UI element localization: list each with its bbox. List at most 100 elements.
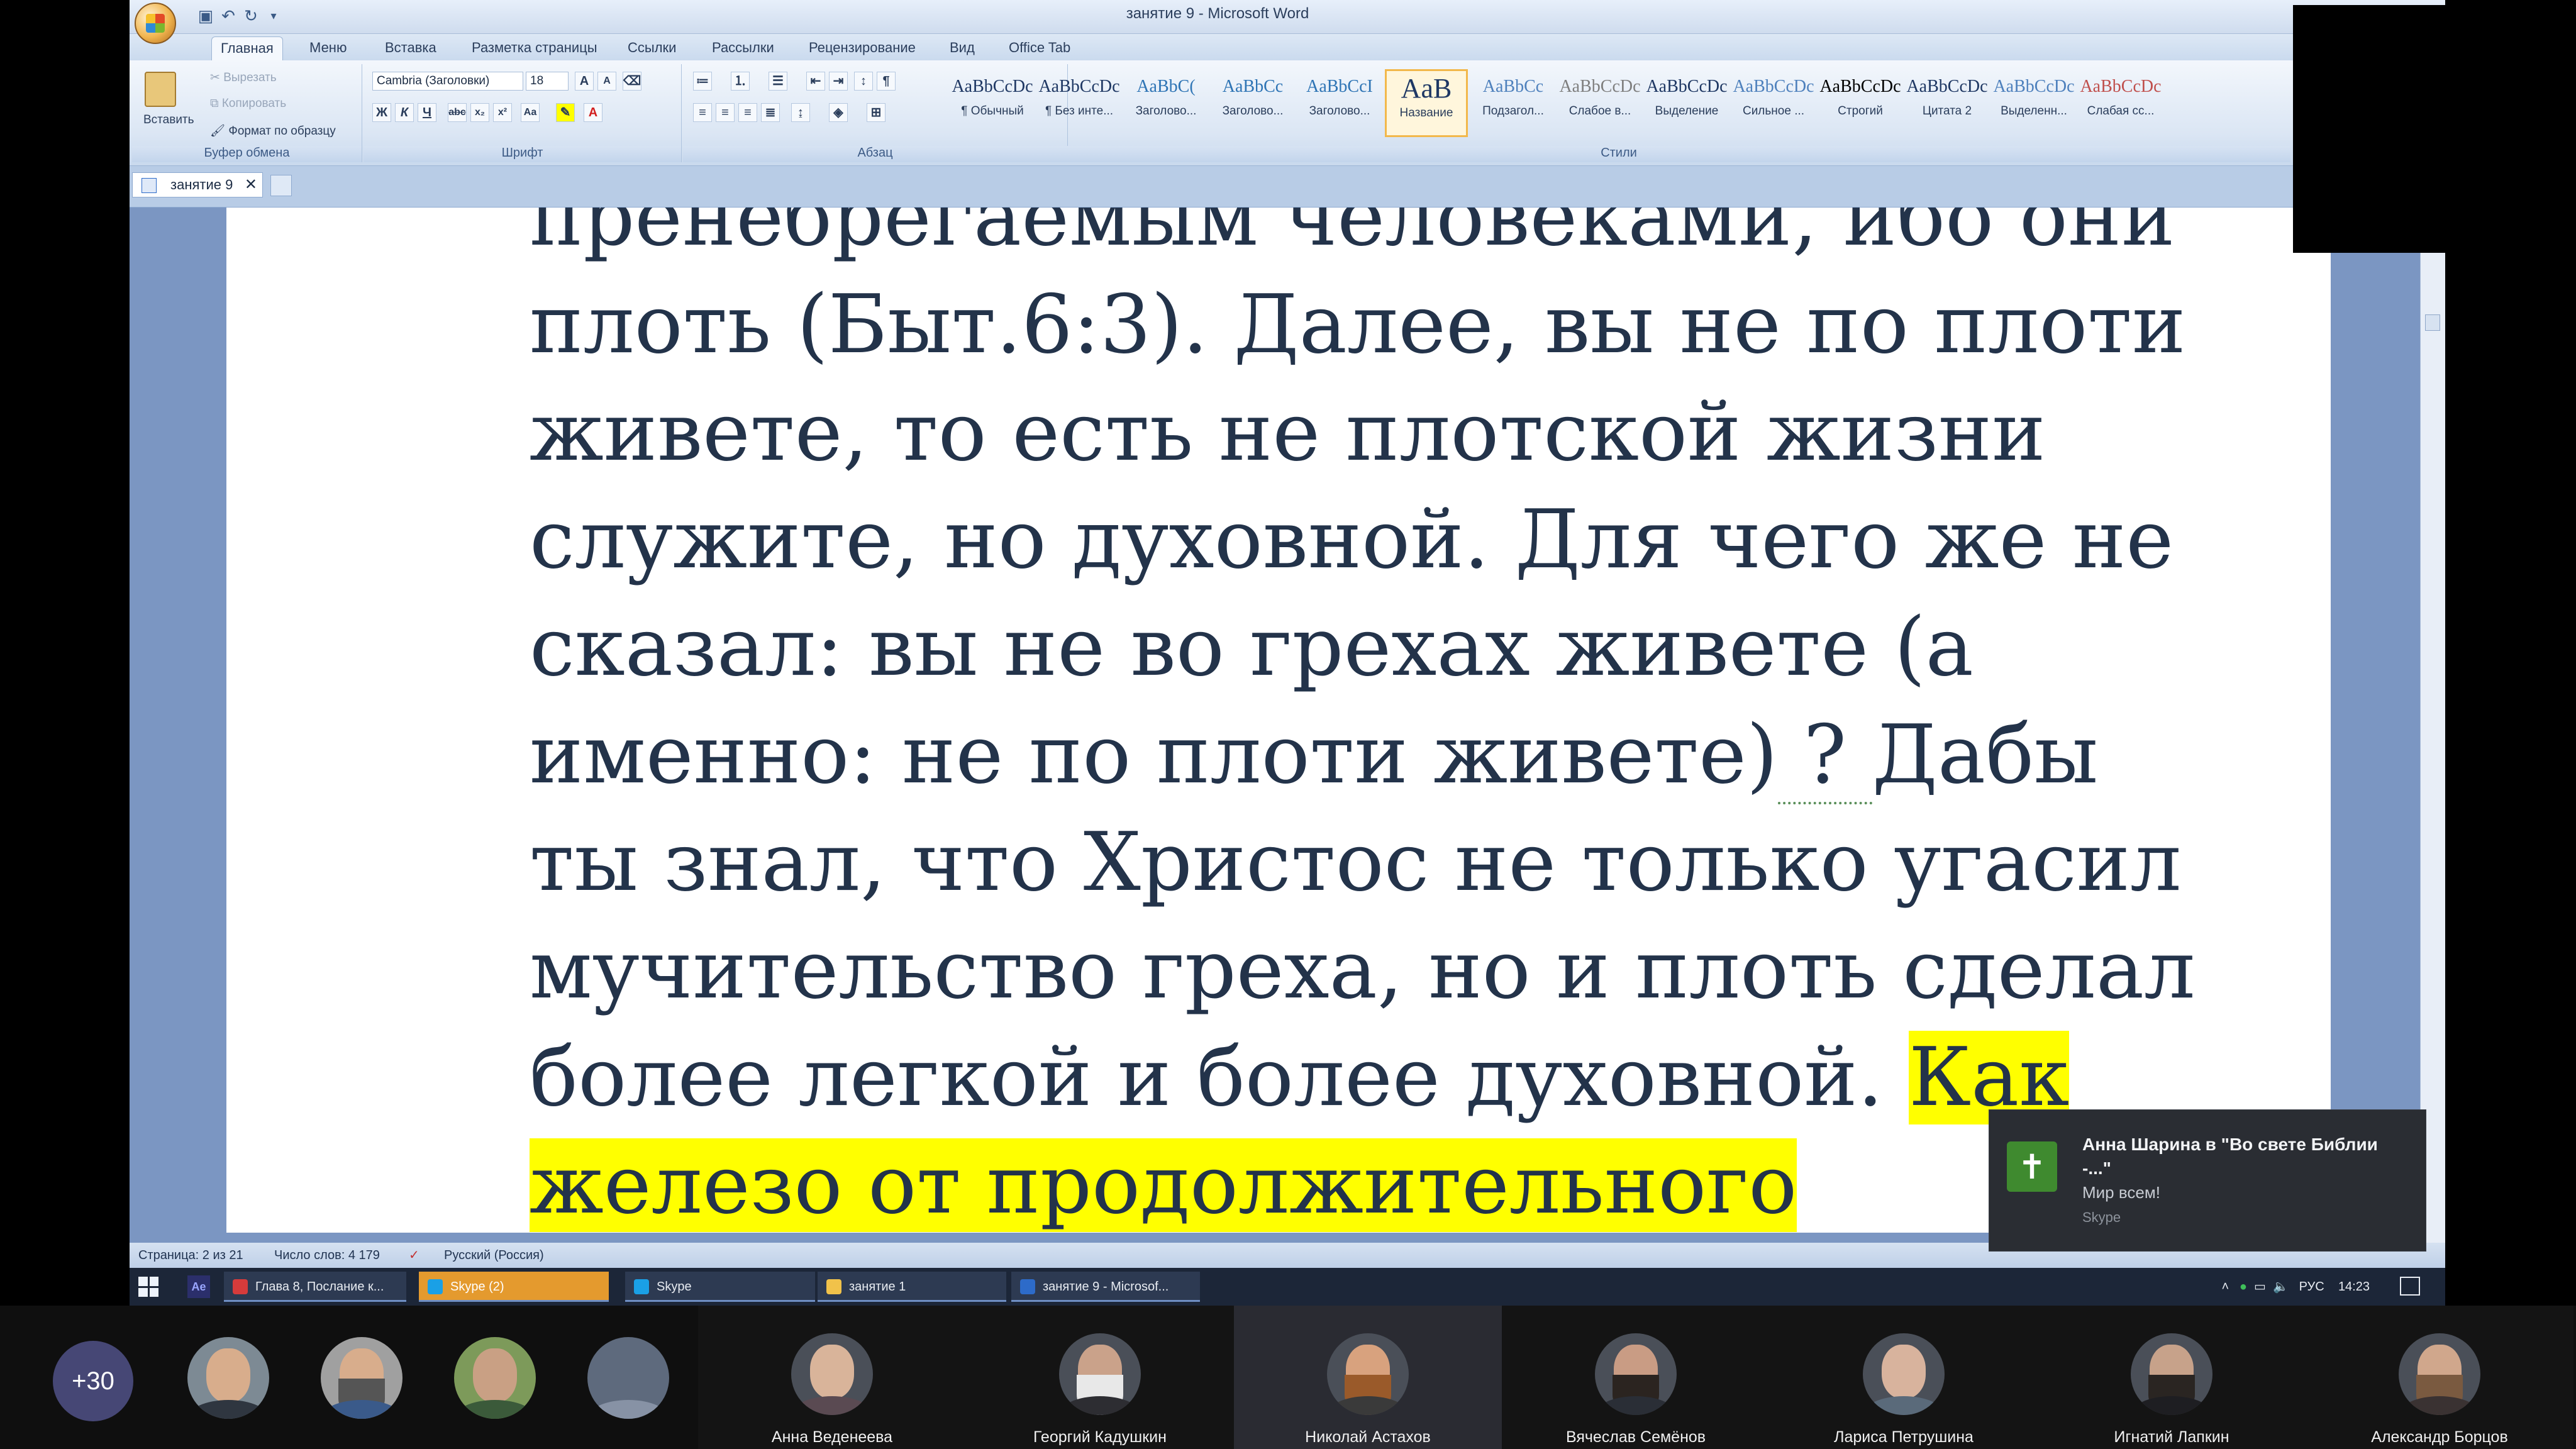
paste-button[interactable]: Вставить [143, 113, 194, 127]
align-left-icon[interactable]: ≡ [693, 103, 712, 122]
word-count[interactable]: Число слов: 4 179 [274, 1243, 380, 1268]
underline-icon[interactable]: Ч [418, 103, 436, 122]
numbering-icon[interactable]: ⒈ [731, 72, 750, 91]
participant-tile[interactable]: Георгий Кадушкин [966, 1306, 1234, 1449]
shrink-font-icon[interactable]: A [597, 72, 616, 91]
format-painter-button[interactable]: 🖌 Формат по образцу [210, 123, 336, 138]
taskbar-item[interactable]: Глава 8, Послание к... [224, 1272, 406, 1302]
spellcheck-icon[interactable]: ✓ [409, 1243, 419, 1268]
participant-tile[interactable]: Вячеслав Семёнов [1502, 1306, 1770, 1449]
vertical-scrollbar[interactable] [2420, 208, 2445, 1243]
tab-review[interactable]: Рецензирование [800, 36, 924, 60]
align-center-icon[interactable]: ≡ [716, 103, 735, 122]
taskbar-item[interactable]: Skype (2) [419, 1272, 609, 1302]
increase-indent-icon[interactable]: ⇥ [829, 72, 848, 91]
copy-button[interactable]: ⧉ Копировать [210, 97, 286, 111]
font-size-combo[interactable]: 18 [526, 72, 569, 91]
skype-notification[interactable]: ✝ Анна Шарина в "Во свете Библии -..." М… [1989, 1109, 2426, 1252]
close-tab-icon[interactable]: ✕ [245, 173, 257, 197]
network-icon[interactable]: ▭ [2254, 1280, 2266, 1294]
participant-tile[interactable]: Александр Борцов [2306, 1306, 2573, 1449]
avatar[interactable] [321, 1337, 402, 1419]
clock[interactable]: 14:23 [2338, 1280, 2370, 1294]
tab-page-layout[interactable]: Разметка страницы [463, 36, 606, 60]
taskbar-item-label: Skype (2) [450, 1280, 504, 1294]
strikethrough-icon[interactable]: abc [448, 103, 467, 122]
taskbar-item[interactable]: занятие 1 [818, 1272, 1006, 1302]
tab-menu[interactable]: Меню [301, 36, 355, 60]
superscript-icon[interactable]: x² [493, 103, 512, 122]
style-tile[interactable]: AaBbCcI Заголово... [1298, 69, 1381, 137]
highlight-icon[interactable]: ✎ [556, 103, 575, 122]
style-tile[interactable]: AaBbCcDc ¶ Обычный [951, 69, 1034, 137]
scrollbar-thumb[interactable] [2425, 314, 2440, 331]
more-participants-button[interactable]: +30 [53, 1341, 133, 1421]
participant-tile[interactable]: Лариса Петрушина [1770, 1306, 2038, 1449]
style-name: Выделение [1655, 104, 1719, 118]
change-case-icon[interactable]: Aa [521, 103, 540, 122]
bullets-icon[interactable]: ≔ [693, 72, 712, 91]
word-titlebar: ▣ ↶ ↻ ▾ занятие 9 - Microsoft Word [130, 0, 2445, 44]
taskbar-item[interactable]: Skype [625, 1272, 815, 1302]
cut-button[interactable]: ✂ Вырезать [210, 70, 277, 85]
shading-icon[interactable]: ◈ [829, 103, 848, 122]
tab-mailings[interactable]: Рассылки [703, 36, 783, 60]
document-tab[interactable]: занятие 9 ✕ [132, 172, 263, 197]
italic-icon[interactable]: К [395, 103, 414, 122]
clear-format-icon[interactable]: ⌫ [623, 72, 641, 91]
align-right-icon[interactable]: ≡ [738, 103, 757, 122]
avatar[interactable] [587, 1337, 669, 1419]
style-tile[interactable]: AaBbCcDc Сильное ... [1732, 69, 1815, 137]
style-name: ¶ Обычный [961, 104, 1024, 118]
document-page[interactable]: пренебрегаемым человеками, ибо они плоть… [226, 208, 2331, 1233]
grow-font-icon[interactable]: A [575, 72, 594, 91]
style-tile[interactable]: AaBbCcDc ¶ Без инте... [1038, 69, 1121, 137]
avatar[interactable] [454, 1337, 536, 1419]
volume-icon[interactable]: 🔈 [2273, 1280, 2289, 1294]
tray-app-icon[interactable]: ● [2240, 1280, 2247, 1294]
text-line: ты знал, что Христос не только угасил [530, 816, 2182, 909]
show-marks-icon[interactable]: ¶ [877, 72, 896, 91]
participant-tile[interactable]: Игнатий Лапкин [2038, 1306, 2306, 1449]
bold-icon[interactable]: Ж [372, 103, 391, 122]
system-tray: ˄ ● ▭ 🔈 РУС 14:23 [2221, 1268, 2370, 1306]
style-tile[interactable]: AaBbCc Заголово... [1211, 69, 1294, 137]
font-name-combo[interactable]: Cambria (Заголовки) [372, 72, 523, 91]
style-tile[interactable]: AaBbCcDc Цитата 2 [1906, 69, 1989, 137]
style-tile[interactable]: AaBbC(Заголово... [1124, 69, 1208, 137]
tab-office-tab[interactable]: Office Tab [1000, 36, 1079, 60]
tab-insert[interactable]: Вставка [376, 36, 445, 60]
avatar[interactable] [187, 1337, 269, 1419]
decrease-indent-icon[interactable]: ⇤ [806, 72, 825, 91]
font-color-icon[interactable]: A [584, 103, 602, 122]
participant-tile[interactable]: Николай Астахов [1234, 1306, 1502, 1449]
multilevel-list-icon[interactable]: ☰ [769, 72, 787, 91]
sort-icon[interactable]: ↕ [854, 72, 873, 91]
style-tile[interactable]: AaBbCcDc Слабая сс... [2079, 69, 2162, 137]
app-icon[interactable]: Ae [187, 1275, 210, 1298]
input-language[interactable]: РУС [2299, 1280, 2324, 1294]
page-count[interactable]: Страница: 2 из 21 [138, 1243, 243, 1268]
tray-up-icon[interactable]: ˄ [2221, 1280, 2229, 1294]
notifications-icon[interactable] [2400, 1277, 2420, 1296]
tab-home[interactable]: Главная [211, 36, 283, 60]
participant-tile[interactable]: Анна Веденеева [698, 1306, 966, 1449]
language-indicator[interactable]: Русский (Россия) [444, 1243, 544, 1268]
borders-icon[interactable]: ⊞ [867, 103, 886, 122]
tab-references[interactable]: Ссылки [619, 36, 685, 60]
office-button[interactable] [135, 3, 176, 44]
style-tile[interactable]: AaB Название [1385, 69, 1468, 137]
style-tile[interactable]: AaBbCcDc Слабое в... [1558, 69, 1641, 137]
subscript-icon[interactable]: x₂ [470, 103, 489, 122]
new-tab-button[interactable] [270, 175, 292, 196]
start-icon[interactable] [138, 1277, 158, 1297]
taskbar-item[interactable]: занятие 9 - Microsof... [1011, 1272, 1200, 1302]
style-tile[interactable]: AaBbCcDc Выделенн... [1992, 69, 2075, 137]
style-tile[interactable]: AaBbCc Подзагол... [1472, 69, 1555, 137]
tab-view[interactable]: Вид [941, 36, 984, 60]
justify-icon[interactable]: ≣ [761, 103, 780, 122]
style-tile[interactable]: AaBbCcDc Выделение [1645, 69, 1728, 137]
style-tile[interactable]: AaBbCcDc Строгий [1819, 69, 1902, 137]
line-spacing-icon[interactable]: ↨ [791, 103, 810, 122]
paste-icon[interactable] [145, 72, 176, 107]
